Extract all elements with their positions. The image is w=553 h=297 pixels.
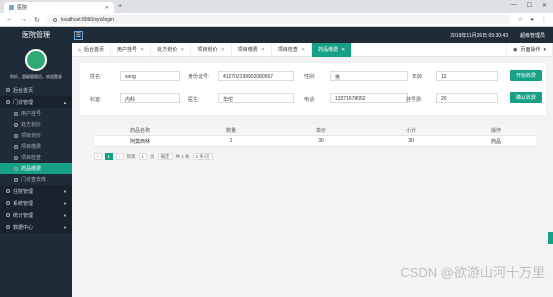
sidebar-item-inpatient[interactable]: 住院管理 ▼	[0, 185, 72, 197]
forward-icon[interactable]: →	[20, 16, 27, 23]
dept-label: 科室:	[90, 97, 102, 103]
avatar	[25, 49, 47, 71]
tab-drug-pay[interactable]: 药品缴费 ✕	[312, 42, 353, 57]
next-page-button[interactable]: ›	[116, 153, 124, 160]
goto-page-input[interactable]: 1	[138, 153, 148, 160]
name-label: 姓名:	[90, 74, 102, 80]
close-window-icon[interactable]: ✕	[542, 2, 547, 9]
app-header: 医院管理 ☰ 2019年11月26日 09:30:43 超级管理员	[0, 27, 553, 43]
doctor-field[interactable]: 华佗	[218, 93, 294, 103]
sex-label: 性别:	[304, 74, 316, 80]
watermark: CSDN @欲游山河十万里	[400, 265, 545, 280]
sidebar-item-project-price[interactable]: 项目划价	[0, 130, 72, 141]
age-label: 年龄:	[412, 74, 424, 80]
reg-fee-field[interactable]: 20	[436, 93, 498, 103]
confirm-charge-button[interactable]: 确认收费	[510, 92, 542, 103]
page-size-select[interactable]: 5 条/页	[192, 153, 213, 160]
browser-tab[interactable]: 医院 ✕	[4, 2, 114, 13]
tab-project-check[interactable]: 项目检查 ✕	[272, 42, 313, 57]
admin-menu[interactable]: 超级管理员	[520, 32, 545, 39]
drug-table: 药品名称 数量 单价 小计 操作 阿莫西林 1 30 30 药品	[94, 125, 536, 147]
page-ops-menu[interactable]: ◉ 页面操作 ▾	[506, 42, 553, 57]
address-bar: ← → ↻ localhost:8090/sys/login ☆ ● ⋮	[0, 13, 553, 27]
tab-project-price[interactable]: 项目划价 ✕	[191, 42, 232, 57]
minimize-icon[interactable]: —	[511, 2, 517, 9]
sidebar-item-project-check[interactable]: 项目检查	[0, 152, 72, 163]
close-icon[interactable]: ✕	[105, 5, 109, 11]
page-tabs: ⌂ 后台首页 用户挂号 ✕ 处方划价 ✕ 项目划价 ✕ 项目缴费 ✕ 项目检查 ✕ 药品缴…	[72, 42, 553, 57]
goto-label: 到第	[126, 153, 136, 159]
star-icon[interactable]: ☆	[518, 16, 523, 23]
goto-ok-button[interactable]: 确定	[157, 153, 173, 160]
start-charge-button[interactable]: 开始收费	[510, 70, 542, 81]
clock-text: 2019年11月26日 09:30:43	[450, 32, 508, 39]
id-field[interactable]: 412702199902080557	[218, 71, 294, 81]
sidebar-item-outpatient[interactable]: 门诊管理 ▲	[0, 96, 72, 108]
phone-field[interactable]: 13271678052	[330, 93, 408, 103]
id-label: 身份证号:	[188, 74, 210, 80]
menu-dots-icon[interactable]: ⋮	[541, 16, 547, 23]
menu-toggle-icon[interactable]: ☰	[74, 30, 83, 40]
reg-fee-label: 挂号费:	[406, 97, 423, 103]
prev-page-button[interactable]: ‹	[94, 153, 102, 160]
sidebar-item-stats[interactable]: 统计管理 ▼	[0, 209, 72, 221]
tab-prescription[interactable]: 处方划价 ✕	[151, 42, 192, 57]
profile-icon[interactable]: ●	[530, 17, 534, 23]
url-text: localhost:8090/sys/login	[60, 16, 114, 23]
sidebar-item-stock[interactable]: 门诊查去库	[0, 174, 72, 185]
sidebar-item-drug-pay[interactable]: 药品缴费	[0, 163, 72, 174]
age-field[interactable]: 12	[436, 71, 498, 81]
sex-field[interactable]: 男	[330, 71, 408, 81]
side-scroll-handle[interactable]	[548, 232, 553, 244]
tab-project-pay[interactable]: 项目缴费 ✕	[232, 42, 272, 57]
phone-label: 电话:	[304, 97, 316, 103]
table-header: 药品名称 数量 单价 小计 操作	[94, 125, 536, 136]
sidebar-item-prescription[interactable]: 处方划价	[0, 119, 72, 130]
page-1-button[interactable]: 1	[104, 153, 114, 160]
dept-field[interactable]: 内科	[120, 93, 180, 103]
name-field[interactable]: song	[120, 71, 180, 81]
favicon-icon	[9, 5, 14, 10]
table-row[interactable]: 阿莫西林 1 30 30 药品	[94, 136, 536, 147]
window-controls: — ☐ ✕	[511, 2, 547, 9]
page-unit: 页	[150, 153, 155, 159]
browser-chrome: 医院 ✕ + — ☐ ✕ ← → ↻ localhost:8090/sys/login…	[0, 0, 553, 27]
new-tab-button[interactable]: +	[118, 3, 122, 10]
brand-title: 医院管理	[22, 32, 50, 39]
sidebar-item-system[interactable]: 系统管理 ▼	[0, 197, 72, 209]
sidebar-item-register[interactable]: 用户挂号	[0, 108, 72, 119]
info-icon	[52, 17, 57, 22]
url-field[interactable]: localhost:8090/sys/login	[46, 15, 511, 24]
pagination: ‹ 1 › 到第 1 页 确定 共 1 条 5 条/页	[94, 153, 213, 160]
main-content: 姓名: song 身份证号: 412702199902080557 性别: 男 …	[72, 57, 553, 297]
tab-home[interactable]: ⌂ 后台首页	[72, 42, 112, 57]
sidebar: 你好，超级管理员，欢迎登录 后台首页 门诊管理 ▲ 用户挂号 处方划价 项目划价 …	[0, 43, 72, 297]
sidebar-item-data[interactable]: 数据中心 ▼	[0, 221, 72, 233]
back-icon[interactable]: ←	[6, 16, 13, 23]
maximize-icon[interactable]: ☐	[527, 2, 532, 9]
total-count: 共 1 条	[175, 153, 190, 159]
tab-register[interactable]: 用户挂号 ✕	[111, 42, 152, 57]
patient-form: 姓名: song 身份证号: 412702199902080557 性别: 男 …	[80, 63, 546, 115]
greeting-text: 你好，超级管理员，欢迎登录	[10, 74, 62, 79]
reload-icon[interactable]: ↻	[34, 16, 40, 24]
sidebar-item-project-pay[interactable]: 项目缴费	[0, 141, 72, 152]
sidebar-item-home[interactable]: 后台首页	[0, 84, 72, 96]
doctor-label: 医生:	[188, 97, 200, 103]
tab-title: 医院	[17, 5, 28, 11]
